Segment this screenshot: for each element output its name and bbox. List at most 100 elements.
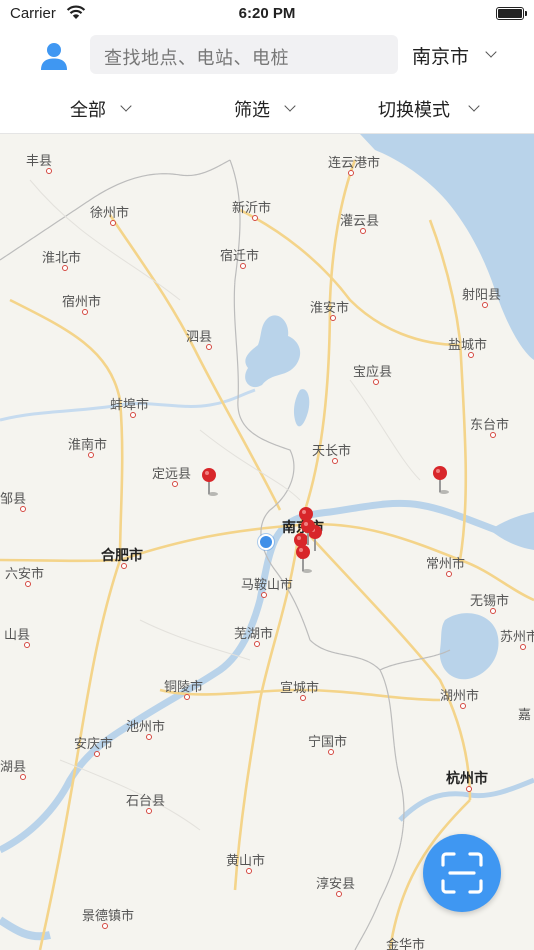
filter-all-label: 全部: [70, 100, 106, 121]
charging-station-pin[interactable]: [430, 465, 452, 495]
map-city-marker: [336, 891, 342, 897]
map-city-label: 苏州市: [500, 630, 534, 645]
map-city-label: 宿迁市: [220, 249, 260, 264]
switch-mode-dropdown[interactable]: 切换模式: [378, 96, 480, 122]
map-city-marker: [62, 265, 68, 271]
header: 查找地点、电站、电桩 南京市: [0, 28, 534, 82]
map-city-label: 黄山市: [226, 854, 266, 869]
map-city-marker: [261, 592, 267, 598]
map-city-label: 金华市: [386, 938, 426, 950]
map-city-label: 合肥市: [101, 548, 143, 564]
map-city-label: 邹县: [0, 492, 27, 507]
map-city-label: 石台县: [126, 794, 166, 809]
map-city-label: 湖州市: [440, 689, 480, 704]
chevron-down-icon: [468, 100, 480, 112]
map-city-marker: [246, 868, 252, 874]
map-city-label: 杭州市: [446, 771, 488, 787]
map-city-label: 景德镇市: [82, 909, 135, 924]
map-city-marker: [110, 220, 116, 226]
map-city-marker: [330, 315, 336, 321]
map-city-marker: [20, 506, 26, 512]
map-city-label: 宿州市: [62, 295, 102, 310]
map-city-marker: [146, 734, 152, 740]
map-city-label: 芜湖市: [234, 627, 274, 642]
map-city-label: 马鞍山市: [241, 578, 294, 593]
map-city-marker: [373, 379, 379, 385]
map-city-label: 天长市: [312, 444, 352, 459]
chevron-down-icon: [284, 100, 296, 112]
map-city-marker: [332, 458, 338, 464]
map-city-label: 盐城市: [448, 338, 488, 353]
city-selector[interactable]: 南京市: [412, 42, 469, 69]
map-city-label: 嘉: [518, 708, 532, 723]
map-city-label: 新沂市: [232, 201, 272, 216]
map-city-marker: [206, 344, 212, 350]
map-city-marker: [328, 749, 334, 755]
map-city-label: 安庆市: [74, 737, 114, 752]
search-placeholder: 查找地点、电站、电桩: [104, 48, 289, 69]
map-city-marker: [466, 786, 472, 792]
user-avatar-icon[interactable]: [38, 40, 70, 72]
chevron-down-icon[interactable]: [485, 46, 497, 58]
map-city-label: 无锡市: [470, 594, 510, 609]
map-view[interactable]: 丰县 连云港市徐州市 新沂市灌云县淮北市 宿迁市宿州市 淮安市 射阳县泗县盐城市宝应县蚌埠…: [0, 134, 534, 950]
status-time: 6:20 PM: [238, 5, 296, 22]
charging-station-pin[interactable]: [293, 544, 315, 574]
scan-icon: [441, 852, 483, 894]
map-city-label: 射阳县: [462, 288, 502, 303]
map-city-marker: [102, 923, 108, 929]
map-city-label: 连云港市: [328, 156, 381, 171]
map-city-label: 宣城市: [280, 681, 320, 696]
map-city-marker: [94, 751, 100, 757]
map-city-label: 徐州市: [90, 206, 130, 221]
map-city-marker: [121, 563, 127, 569]
map-city-label: 山县: [4, 628, 31, 643]
map-city-label: 丰县: [26, 154, 53, 169]
map-city-marker: [184, 694, 190, 700]
status-bar: Carrier 6:20 PM: [0, 0, 534, 28]
map-city-label: 泗县: [186, 330, 213, 345]
map-city-label: 铜陵市: [164, 680, 204, 695]
map-city-label: 淳安县: [316, 877, 356, 892]
switch-mode-label: 切换模式: [378, 100, 450, 121]
map-city-marker: [520, 644, 526, 650]
map-city-label: 淮安市: [310, 301, 350, 316]
map-city-marker: [490, 432, 496, 438]
filter-label: 筛选: [234, 100, 270, 121]
map-city-label: 宁国市: [308, 735, 348, 750]
scan-qr-button[interactable]: [423, 834, 501, 912]
filter-all-dropdown[interactable]: 全部: [70, 96, 132, 122]
map-city-label: 六安市: [5, 567, 45, 582]
map-city-label: 东台市: [470, 418, 510, 433]
map-city-marker: [240, 263, 246, 269]
map-city-marker: [446, 571, 452, 577]
map-city-label: 灌云县: [340, 214, 380, 229]
map-city-label: 淮南市: [68, 438, 108, 453]
map-city-marker: [46, 168, 52, 174]
chevron-down-icon: [120, 100, 132, 112]
map-city-marker: [172, 481, 178, 487]
battery-icon: [496, 7, 527, 20]
filter-bar: 全部 筛选 切换模式: [0, 82, 534, 134]
screen: Carrier 6:20 PM 查找地点、电站、电桩 南京市 全部 筛选 切换模…: [0, 0, 534, 950]
charging-station-pin[interactable]: [199, 467, 221, 497]
map-city-marker: [20, 774, 26, 780]
map-city-label: 蚌埠市: [110, 398, 150, 413]
map-city-label: 常州市: [426, 557, 466, 572]
current-location-dot: [258, 534, 274, 550]
map-city-marker: [82, 309, 88, 315]
map-city-marker: [490, 608, 496, 614]
map-city-label: 宝应县: [353, 365, 393, 380]
map-city-marker: [254, 641, 260, 647]
map-city-marker: [468, 352, 474, 358]
map-city-label: 定远县: [152, 467, 192, 482]
map-city-marker: [300, 695, 306, 701]
filter-dropdown[interactable]: 筛选: [234, 96, 296, 122]
map-city-marker: [252, 215, 258, 221]
map-city-marker: [460, 703, 466, 709]
map-city-marker: [348, 170, 354, 176]
map-city-marker: [25, 581, 31, 587]
search-input[interactable]: 查找地点、电站、电桩: [90, 35, 398, 74]
map-city-label: 淮北市: [42, 251, 82, 266]
map-city-marker: [24, 642, 30, 648]
